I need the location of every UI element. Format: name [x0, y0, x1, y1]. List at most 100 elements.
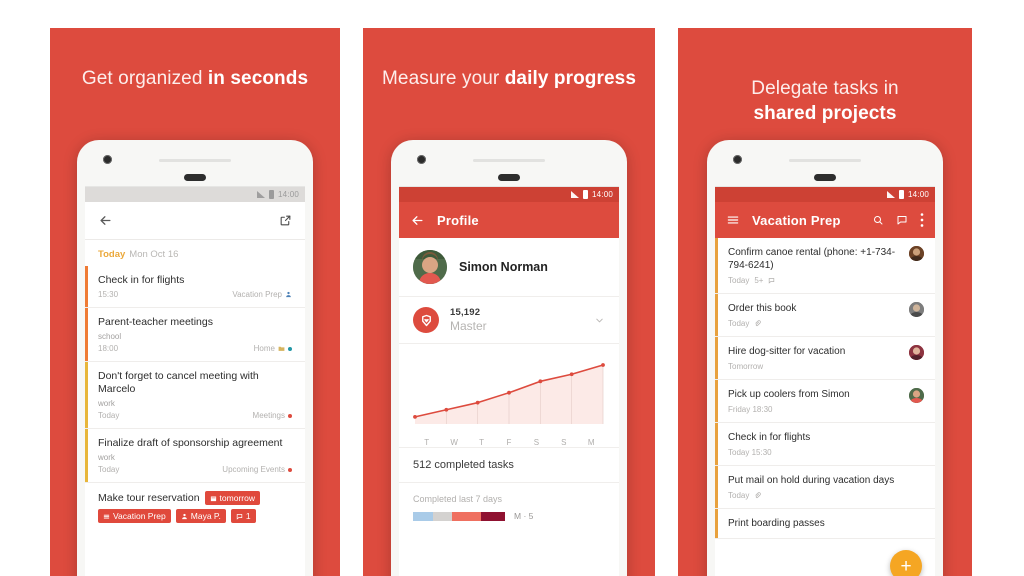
segment-caption: M · 5	[514, 511, 534, 521]
karma-chart: T W T F S S M	[399, 344, 619, 447]
task-subtitle: work	[98, 453, 115, 462]
chart-point	[538, 379, 543, 384]
task-project: Meetings	[253, 411, 292, 420]
speaker-grille	[473, 159, 545, 162]
task-meta: Friday 18:30	[728, 405, 901, 414]
task-title: Don't forget to cancel meeting with Marc…	[98, 370, 259, 395]
task-row[interactable]: Check in for flights 15:30 Vacation Prep	[85, 266, 305, 308]
task-priority-bar	[85, 362, 88, 428]
chart-point	[569, 372, 574, 377]
chip-label: Maya P.	[190, 511, 221, 521]
avatar	[909, 302, 924, 317]
hamburger-icon[interactable]	[726, 213, 740, 227]
project-task-row[interactable]: Confirm canoe rental (phone: +1-734-794-…	[715, 238, 935, 294]
task-body: Put mail on hold during vacation days To…	[728, 474, 924, 500]
task-title: Put mail on hold during vacation days	[728, 475, 895, 486]
project-task-row[interactable]: Check in for flights Today 15:30	[715, 423, 935, 466]
project-task-row[interactable]: Hire dog-sitter for vacation Tomorrow	[715, 337, 935, 380]
arrow-left-icon[interactable]	[98, 213, 113, 228]
chart-point	[507, 390, 511, 395]
task-row[interactable]: Don't forget to cancel meeting with Marc…	[85, 362, 305, 429]
task-project-label: Upcoming Events	[222, 465, 285, 474]
sensor-pill	[184, 174, 206, 181]
headline-text-regular: Get organized	[81, 68, 208, 89]
karma-badge-icon	[413, 307, 439, 333]
plus-icon: +	[900, 555, 912, 576]
task-project: Home	[254, 344, 292, 353]
task-title: Print boarding passes	[728, 518, 825, 529]
speaker-grille	[789, 159, 861, 162]
phone-mockup-2: 14:00 Profile Simon Norman 15,192 Master…	[391, 140, 627, 576]
chart-point	[601, 363, 605, 367]
task-title: Finalize draft of sponsorship agreement	[98, 437, 283, 449]
comment-icon	[236, 513, 243, 520]
task-row-selected[interactable]: Make tour reservation tomorrow Vacation …	[85, 483, 305, 532]
avatar	[909, 246, 924, 261]
headline-text-bold: daily progress	[504, 68, 637, 89]
task-title: Check in for flights	[728, 432, 811, 443]
speaker-grille	[159, 159, 231, 162]
task-body: Pick up coolers from Simon Friday 18:30	[728, 388, 901, 414]
battery-icon	[898, 190, 904, 199]
camera-icon	[417, 155, 426, 164]
app-bar-title: Vacation Prep	[752, 212, 841, 228]
task-project: Vacation Prep	[232, 290, 292, 299]
chip-group: Vacation Prep Maya P. 1	[98, 509, 292, 523]
profile-name: Simon Norman	[459, 260, 548, 274]
phone-screen-3: 14:00 Vacation Prep Confirm canoe rental…	[715, 186, 935, 576]
task-row[interactable]: Finalize draft of sponsorship agreement …	[85, 429, 305, 483]
battery-icon	[268, 190, 274, 199]
signal-icon	[570, 191, 579, 198]
chip-due-date[interactable]: tomorrow	[204, 491, 260, 505]
task-project-label: Vacation Prep	[232, 290, 282, 299]
project-task-row[interactable]: Print boarding passes	[715, 509, 935, 539]
promo-panel-3: Delegate tasks in shared projects 14:00 V	[678, 28, 972, 576]
task-meta: Today 15:30	[728, 448, 924, 457]
task-priority-bar	[715, 380, 718, 422]
paperclip-icon	[755, 492, 762, 499]
task-row[interactable]: Parent-teacher meetings school 18:00 Hom…	[85, 308, 305, 362]
task-time: Today	[728, 276, 750, 285]
project-task-row[interactable]: Order this book Today	[715, 294, 935, 337]
sensor-pill	[814, 174, 836, 181]
task-meta: Today	[728, 491, 924, 500]
x-tick: F	[506, 438, 512, 447]
task-priority-bar	[715, 423, 718, 465]
project-color-dot	[288, 467, 292, 472]
task-time: Today 15:30	[728, 448, 772, 457]
overflow-menu-icon[interactable]	[920, 213, 924, 227]
task-priority-bar	[715, 238, 718, 293]
phone-mockup-1: 14:00 Today Mon Oct 16 Check in for flig…	[77, 140, 313, 576]
task-body: Hire dog-sitter for vacation Tomorrow	[728, 345, 901, 371]
chevron-down-icon[interactable]	[594, 315, 605, 326]
day-header: Today Mon Oct 16	[85, 240, 305, 266]
segment-bar	[413, 511, 505, 521]
profile-row[interactable]: Simon Norman	[399, 238, 619, 297]
status-bar-1: 14:00	[85, 187, 305, 202]
karma-row[interactable]: 15,192 Master	[399, 297, 619, 344]
app-bar-3: Vacation Prep	[715, 202, 935, 238]
search-icon[interactable]	[872, 214, 884, 226]
paperclip-icon	[755, 320, 762, 327]
add-task-fab[interactable]: +	[890, 550, 922, 576]
headline-text-bold: in seconds	[207, 68, 309, 89]
chip-assignee[interactable]: Maya P.	[175, 509, 226, 523]
project-icon	[103, 514, 110, 519]
headline-text-regular: Delegate tasks in	[751, 78, 899, 99]
chip-comments[interactable]: 1	[230, 509, 256, 523]
arrow-left-icon[interactable]	[410, 213, 425, 228]
karma-text: 15,192 Master	[450, 307, 583, 333]
panel-1-headline: Get organized in seconds	[50, 66, 340, 91]
share-external-icon[interactable]	[279, 214, 292, 227]
task-time: 15:30	[98, 290, 119, 299]
task-title: Confirm canoe rental (phone: +1-734-794-…	[728, 247, 896, 271]
task-meta: 15:30 Vacation Prep	[98, 290, 292, 299]
comment-icon[interactable]	[896, 214, 908, 226]
chip-project[interactable]: Vacation Prep	[98, 509, 171, 523]
phone-screen-1: 14:00 Today Mon Oct 16 Check in for flig…	[85, 186, 305, 576]
battery-icon	[582, 190, 588, 199]
project-task-row[interactable]: Pick up coolers from Simon Friday 18:30	[715, 380, 935, 423]
project-task-row[interactable]: Put mail on hold during vacation days To…	[715, 466, 935, 509]
x-tick: T	[424, 438, 430, 447]
camera-icon	[733, 155, 742, 164]
